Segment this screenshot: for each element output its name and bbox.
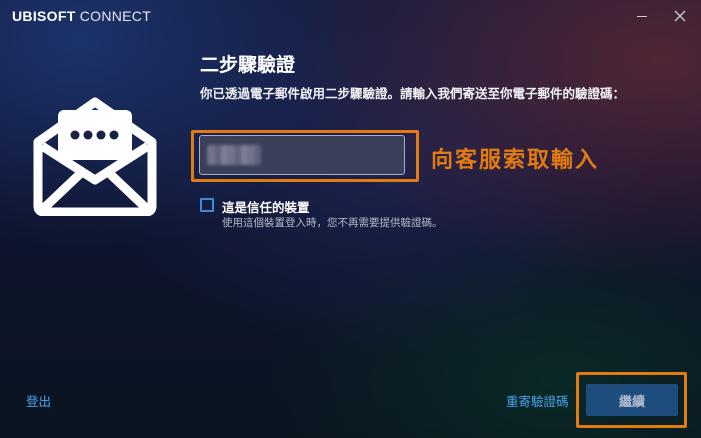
app-logo: UBISOFT CONNECT [12,8,151,24]
close-icon[interactable] [672,8,688,24]
annotation-text: 向客服索取輸入 [431,148,600,173]
trusted-device-label[interactable]: 這是信任的裝置 [222,197,310,216]
trusted-device-checkbox[interactable] [200,198,214,212]
minimize-icon[interactable] [634,8,650,24]
input-highlight-box [191,130,419,182]
brand-light: CONNECT [75,8,152,24]
trusted-device-sublabel: 使用這個裝置登入時，您不再需要提供驗證碼。 [222,217,443,229]
title-bar: UBISOFT CONNECT [0,0,701,32]
close-glyph [674,10,686,22]
envelope-open-icon [30,94,160,217]
logout-link[interactable]: 登出 [26,391,51,410]
button-highlight-box [576,372,687,428]
brand-bold: UBISOFT [12,8,76,24]
page-title: 二步驟驗證 [200,54,296,76]
page-description: 你已透過電子郵件啟用二步驟驗證。請輸入我們寄送至你電子郵件的驗證碼： [200,86,626,101]
resend-code-link[interactable]: 重寄驗證碼 [506,391,569,410]
